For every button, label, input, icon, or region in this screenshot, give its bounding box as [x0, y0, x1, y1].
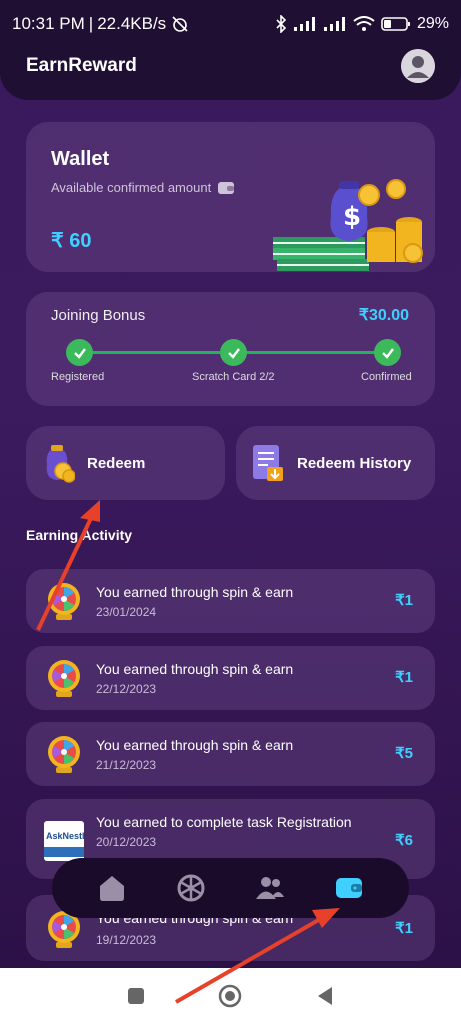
- app-title: EarnReward: [26, 55, 137, 76]
- wallet-title: Wallet: [51, 148, 110, 170]
- activity-date: 19/12/2023: [96, 933, 157, 947]
- redeem-history-label: Redeem History: [297, 454, 412, 472]
- bluetooth-icon: [276, 15, 287, 33]
- header-row: EarnReward: [0, 44, 461, 88]
- system-nav-bar: [0, 968, 461, 1024]
- list-item[interactable]: You earned through spin & earn 22/12/202…: [26, 646, 435, 710]
- step-label-scratch-card: Scratch Card 2/2: [192, 371, 275, 383]
- activity-amount: ₹5: [395, 745, 413, 762]
- signal-icon: [293, 17, 315, 31]
- spin-wheel-icon: [48, 583, 80, 620]
- wallet-amount: ₹ 60: [51, 230, 92, 252]
- nav-home[interactable]: [92, 868, 132, 908]
- activity-amount: ₹1: [395, 592, 413, 609]
- section-title: Earning Activity: [26, 527, 133, 543]
- activity-amount: ₹6: [395, 832, 413, 849]
- activity-title: You earned through spin & earn: [96, 737, 294, 753]
- status-bar: 10:31 PM | 22.4KB/s 29%: [12, 14, 449, 33]
- alarm-off-icon: [172, 16, 188, 32]
- spin-wheel-icon: [48, 660, 80, 697]
- check-icon: [220, 339, 247, 366]
- activity-date: 23/01/2024: [96, 605, 157, 619]
- nav-wallet[interactable]: [329, 868, 369, 908]
- bonus-amount: ₹30.00: [358, 307, 409, 324]
- redeem-button[interactable]: Redeem: [26, 426, 225, 500]
- svg-text:$: $: [343, 202, 361, 232]
- bonus-title: Joining Bonus: [51, 307, 146, 324]
- back-icon[interactable]: [316, 986, 334, 1006]
- status-speed: 22.4KB/s: [97, 14, 167, 33]
- home-icon: [99, 876, 124, 901]
- nav-users[interactable]: [250, 868, 290, 908]
- spin-icon: [177, 874, 205, 902]
- nav-spin[interactable]: [171, 868, 211, 908]
- user-avatar-icon: [401, 49, 435, 83]
- wallet-subtitle: Available confirmed amount: [51, 180, 235, 195]
- svg-text:AskNestle: AskNestle: [46, 831, 84, 841]
- activity-date: 20/12/2023: [96, 835, 157, 849]
- wallet-icon: [218, 182, 235, 194]
- spin-wheel-icon: [48, 736, 80, 773]
- wallet-card: Wallet Available confirmed amount ₹ 60 $: [26, 122, 435, 272]
- users-icon: [256, 877, 285, 899]
- list-item[interactable]: You earned through spin & earn 21/12/202…: [26, 722, 435, 786]
- check-icon: [66, 339, 93, 366]
- redeem-label: Redeem: [87, 454, 146, 472]
- activity-title: You earned through spin & earn: [96, 661, 294, 677]
- activity-amount: ₹1: [395, 920, 413, 937]
- battery-icon: [381, 17, 410, 31]
- home-button-icon[interactable]: [218, 984, 242, 1008]
- asknestle-logo: AskNestle: [44, 821, 84, 861]
- document-download-icon: [253, 445, 283, 481]
- activity-title: You earned through spin & earn: [96, 584, 294, 600]
- money-bag-illustration: $: [273, 179, 423, 271]
- money-bag-icon: [46, 445, 75, 483]
- wallet-icon: [336, 878, 363, 898]
- recent-apps-icon[interactable]: [127, 987, 145, 1005]
- activity-amount: ₹1: [395, 669, 413, 686]
- step-label-registered: Registered: [51, 371, 105, 383]
- status-time: 10:31 PM: [12, 14, 85, 33]
- check-icon: [374, 339, 401, 366]
- redeem-history-button[interactable]: Redeem History: [236, 426, 435, 500]
- joining-bonus-card: Joining Bonus ₹30.00 Registered Scratch …: [26, 292, 435, 406]
- activity-date: 22/12/2023: [96, 682, 157, 696]
- activity-title: You earned to complete task Registration: [96, 814, 352, 830]
- activity-date: 21/12/2023: [96, 758, 157, 772]
- list-item[interactable]: You earned through spin & earn 23/01/202…: [26, 569, 435, 633]
- step-label-confirmed: Confirmed: [361, 371, 412, 383]
- wifi-icon: [353, 16, 375, 31]
- bottom-nav: [52, 858, 409, 918]
- battery-percent: 29%: [416, 15, 449, 32]
- signal-icon-2: [323, 17, 345, 31]
- avatar[interactable]: [401, 49, 435, 83]
